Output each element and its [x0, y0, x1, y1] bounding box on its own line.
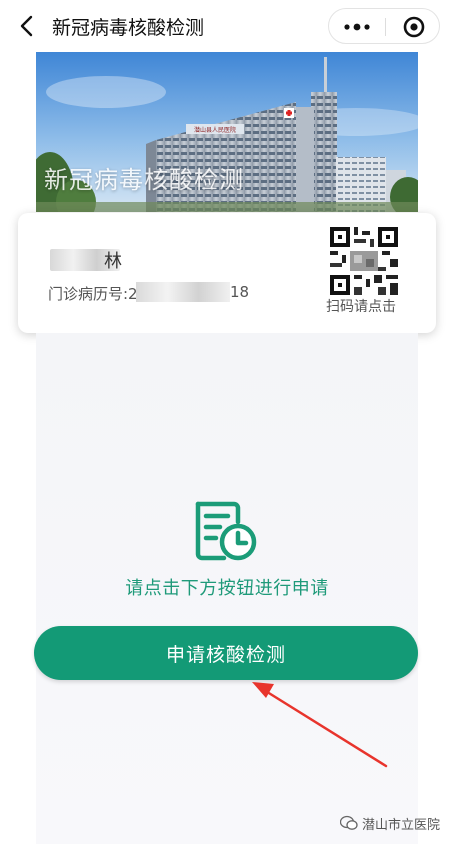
capsule-divider	[385, 18, 386, 36]
back-button[interactable]	[14, 12, 40, 40]
more-dots-icon	[344, 23, 370, 31]
wechat-icon	[339, 815, 358, 831]
target-circle-icon	[403, 16, 425, 38]
close-mini-program-button[interactable]	[392, 13, 436, 41]
chevron-left-icon	[20, 15, 33, 37]
qr-code-icon	[330, 227, 398, 295]
qr-scan-label[interactable]: 扫码请点击	[326, 296, 396, 316]
mini-program-capsule	[328, 8, 440, 44]
patient-card: 林 门诊病历号:2 18 扫码请点击	[18, 213, 436, 333]
red-arrow-annotation	[244, 676, 394, 772]
apply-nucleic-acid-test-button[interactable]: 申请核酸检测	[34, 626, 418, 680]
hospital-banner: 潜山县人民医院 新冠病毒核酸检测	[36, 52, 418, 212]
banner-sign-text: 潜山县人民医院	[194, 126, 236, 134]
more-button[interactable]	[335, 13, 379, 41]
watermark-text: 潜山市立医院	[361, 817, 440, 833]
banner-title: 新冠病毒核酸检测	[44, 166, 244, 194]
arrow-icon	[252, 682, 388, 768]
patient-name: 林	[104, 251, 122, 272]
record-number-redaction	[136, 282, 230, 302]
page-title: 新冠病毒核酸检测	[52, 17, 205, 39]
watermark: 潜山市立医院	[339, 812, 440, 834]
record-number-label: 门诊病历号:2	[48, 285, 138, 303]
apply-hint-text: 请点击下方按钮进行申请	[125, 578, 329, 599]
document-clock-icon	[192, 500, 260, 562]
top-bar: 新冠病毒核酸检测	[0, 0, 454, 52]
qr-code-button[interactable]	[330, 227, 398, 295]
record-number-suffix: 18	[230, 283, 250, 301]
